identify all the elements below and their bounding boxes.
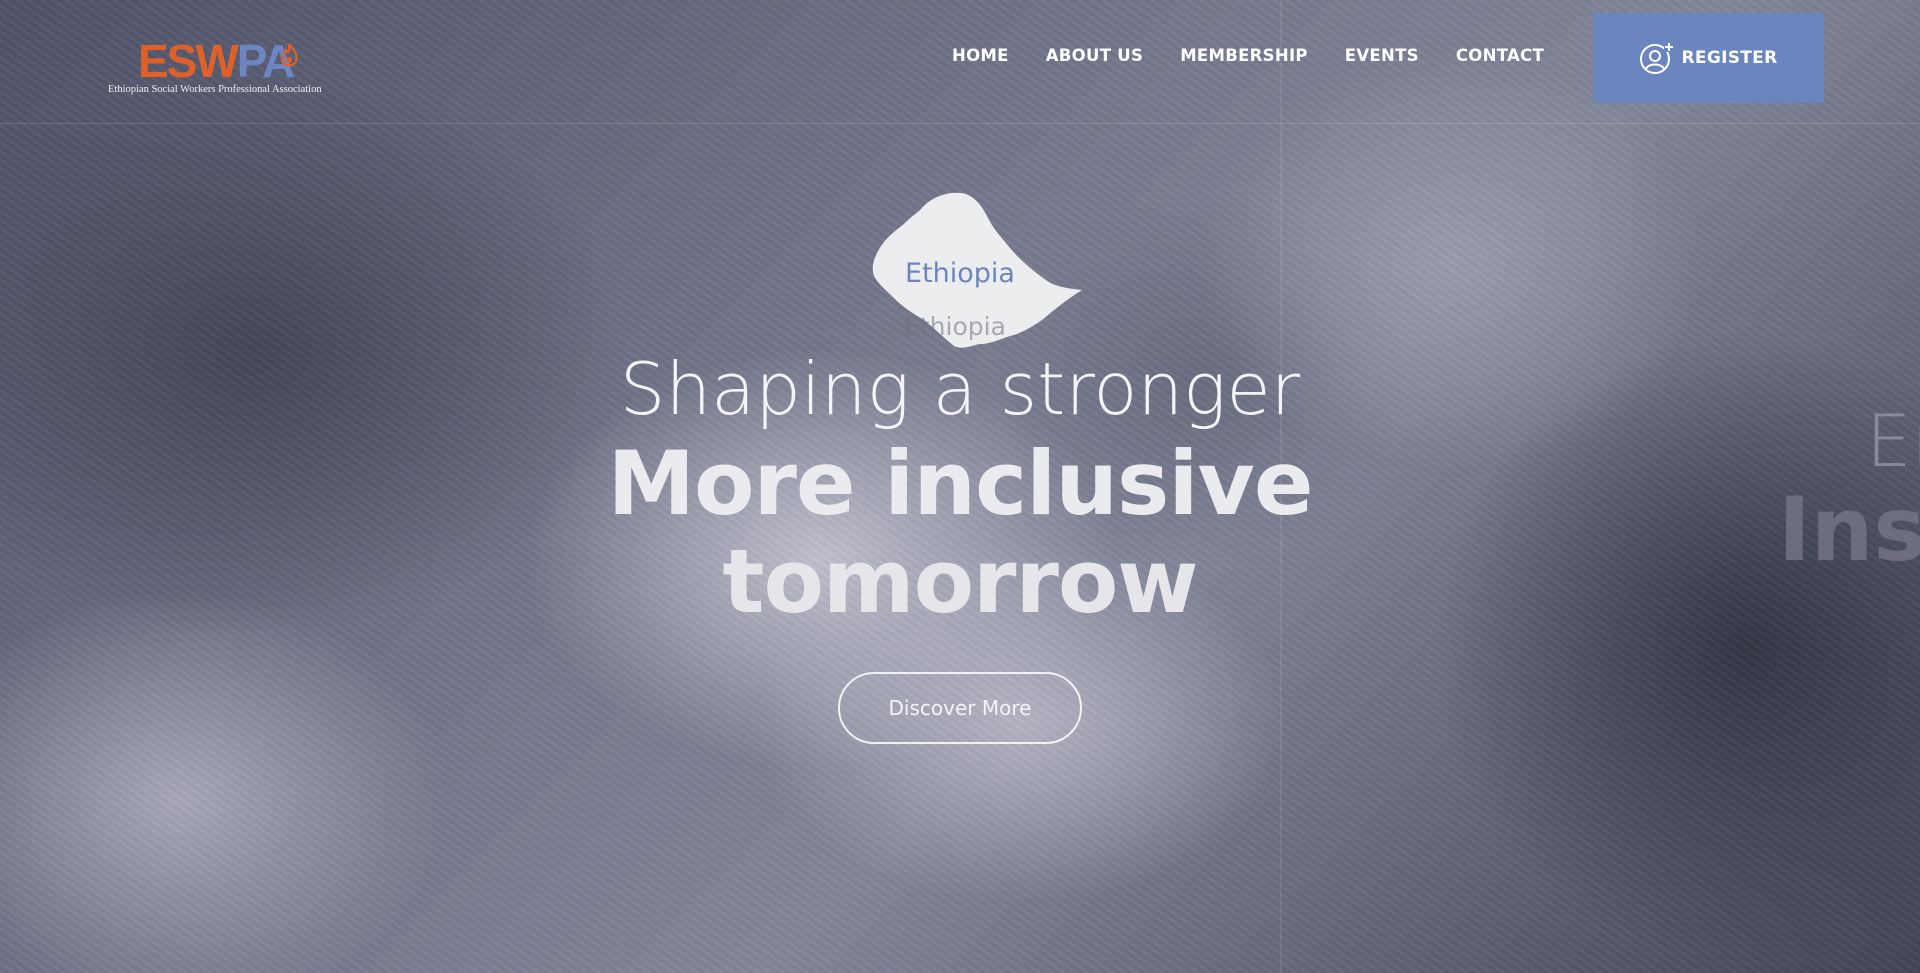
register-button[interactable]: REGISTER — [1593, 13, 1824, 103]
map-label-shadow: Ethiopia — [904, 312, 1006, 341]
nav-home[interactable]: HOME — [952, 44, 1009, 68]
hero-subtitle: Shaping a stronger — [619, 347, 1301, 431]
nav-membership[interactable]: MEMBERSHIP — [1180, 44, 1308, 68]
logo-mark-orange: ESW — [138, 35, 239, 87]
hero-title-line2: tomorrow — [722, 530, 1198, 633]
nav-contact[interactable]: CONTACT — [1456, 44, 1544, 68]
discover-more-button[interactable]: Discover More — [838, 672, 1082, 744]
site-header: ESWPA Ethiopian Social Workers Professio… — [0, 0, 1920, 124]
main-nav: HOME ABOUT US MEMBERSHIP EVENTS CONTACT — [952, 44, 1544, 68]
site-logo[interactable]: ESWPA Ethiopian Social Workers Professio… — [108, 36, 338, 100]
next-slide-title-peek: Ins — [1778, 478, 1920, 581]
nav-about-us[interactable]: ABOUT US — [1046, 44, 1143, 68]
add-user-icon — [1639, 42, 1674, 74]
nav-events[interactable]: EVENTS — [1345, 44, 1419, 68]
ethiopia-map-badge: Ethiopia Ethiopia — [870, 188, 1082, 350]
flame-icon — [280, 43, 298, 67]
discover-more-label: Discover More — [888, 696, 1032, 720]
register-label: REGISTER — [1681, 48, 1778, 68]
map-label: Ethiopia — [905, 258, 1015, 289]
next-slide-subtitle-peek: Em — [1866, 399, 1920, 483]
hero-title-line1: More inclusive — [607, 432, 1313, 535]
logo-tagline: Ethiopian Social Workers Professional As… — [108, 84, 322, 95]
logo-mark: ESWPA — [138, 35, 295, 87]
